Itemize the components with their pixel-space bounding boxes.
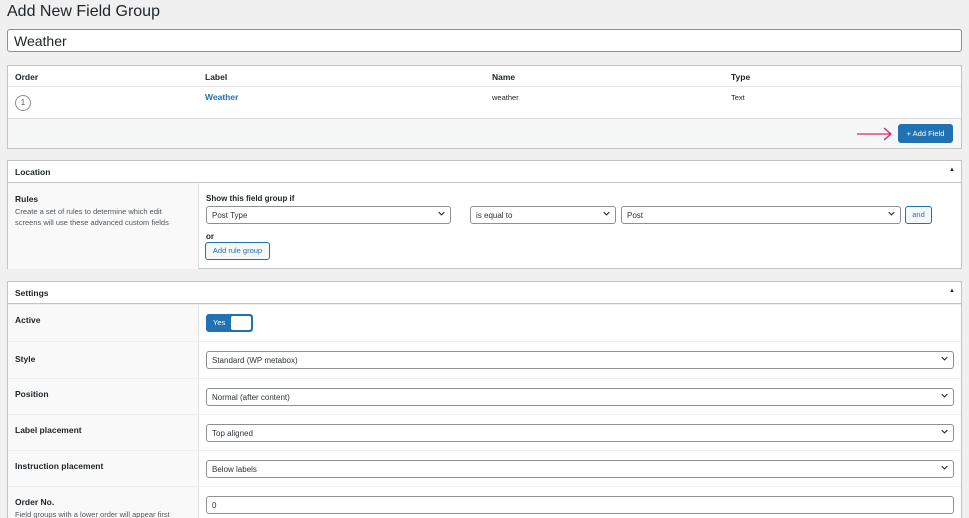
page-title: Add New Field Group (7, 3, 160, 20)
setting-style-row: Style Standard (WP metabox) (8, 341, 961, 378)
show-if-label: Show this field group if (206, 194, 295, 203)
instruction-placement-select[interactable]: Below labels (206, 460, 954, 478)
fields-list: Order Label Name Type 1 Weather weather … (7, 65, 962, 149)
collapse-arrow-icon[interactable]: ▲ (949, 288, 955, 294)
rules-label: Rules (15, 194, 39, 204)
add-rule-group-button[interactable]: Add rule group (205, 242, 270, 260)
style-value: Standard (WP metabox) (212, 356, 298, 365)
instruction-placement-value: Below labels (212, 465, 257, 474)
position-select[interactable]: Normal (after content) (206, 388, 954, 406)
rule-param-select[interactable]: Post Type (206, 206, 451, 224)
order-no-label: Order No. (15, 497, 55, 507)
fields-footer: + Add Field (8, 119, 961, 148)
order-no-input[interactable]: 0 (206, 496, 954, 514)
style-label: Style (15, 354, 36, 364)
label-placement-select[interactable]: Top aligned (206, 424, 954, 442)
rule-value-value: Post (627, 211, 644, 220)
arrow-right-icon (857, 127, 892, 141)
name-header: Name (492, 72, 516, 82)
field-order-badge[interactable]: 1 (15, 95, 31, 111)
setting-position-row: Position Normal (after content) (8, 378, 961, 414)
instruction-placement-label: Instruction placement (15, 461, 104, 471)
rules-label-cell: Rules Create a set of rules to determine… (8, 183, 199, 269)
order-no-description: Field groups with a lower order will app… (15, 510, 170, 518)
rule-operator-value: is equal to (476, 211, 513, 220)
location-title: Location (15, 167, 51, 177)
chevron-down-icon (438, 211, 445, 216)
settings-header[interactable]: Settings ▲ (8, 282, 961, 304)
label-placement-value: Top aligned (212, 429, 253, 438)
fields-table-header: Order Label Name Type (8, 66, 961, 87)
add-field-button[interactable]: + Add Field (898, 124, 953, 143)
field-label-link[interactable]: Weather (205, 92, 238, 102)
chevron-down-icon (941, 356, 948, 361)
label-header: Label (205, 72, 228, 82)
field-group-title-input[interactable] (7, 29, 962, 52)
and-button[interactable]: and (905, 206, 932, 224)
position-value: Normal (after content) (212, 393, 290, 402)
setting-label-cell (8, 342, 199, 378)
setting-order-row: Order No. Field groups with a lower orde… (8, 486, 961, 518)
position-label: Position (15, 389, 49, 399)
chevron-down-icon (941, 465, 948, 470)
location-postbox: Location ▲ Rules Create a set of rules t… (7, 160, 962, 269)
rule-operator-select[interactable]: is equal to (470, 206, 616, 224)
field-type: Text (731, 93, 745, 102)
setting-label-placement-row: Label placement Top aligned (8, 414, 961, 450)
field-name: weather (492, 93, 519, 102)
active-label: Active (15, 315, 41, 325)
or-label: or (206, 232, 214, 241)
chevron-down-icon (941, 393, 948, 398)
chevron-down-icon (941, 429, 948, 434)
chevron-down-icon (603, 211, 610, 216)
rule-param-value: Post Type (212, 211, 248, 220)
active-toggle-text: Yes (213, 318, 226, 327)
toggle-knob (231, 316, 251, 330)
setting-instruction-placement-row: Instruction placement Below labels (8, 450, 961, 486)
label-placement-label: Label placement (15, 425, 82, 435)
active-toggle[interactable]: Yes (206, 314, 253, 332)
field-row[interactable]: 1 Weather weather Text (8, 87, 961, 119)
location-header[interactable]: Location ▲ (8, 161, 961, 183)
type-header: Type (731, 72, 751, 82)
order-header: Order (15, 72, 39, 82)
rule-value-select[interactable]: Post (621, 206, 901, 224)
rules-description: Create a set of rules to determine which… (15, 207, 169, 227)
setting-active-row: Active Yes (8, 304, 961, 341)
settings-title: Settings (15, 288, 49, 298)
collapse-arrow-icon[interactable]: ▲ (949, 167, 955, 173)
settings-postbox: Settings ▲ Active Yes Style Standard (WP… (7, 281, 962, 518)
chevron-down-icon (888, 211, 895, 216)
style-select[interactable]: Standard (WP metabox) (206, 351, 954, 369)
